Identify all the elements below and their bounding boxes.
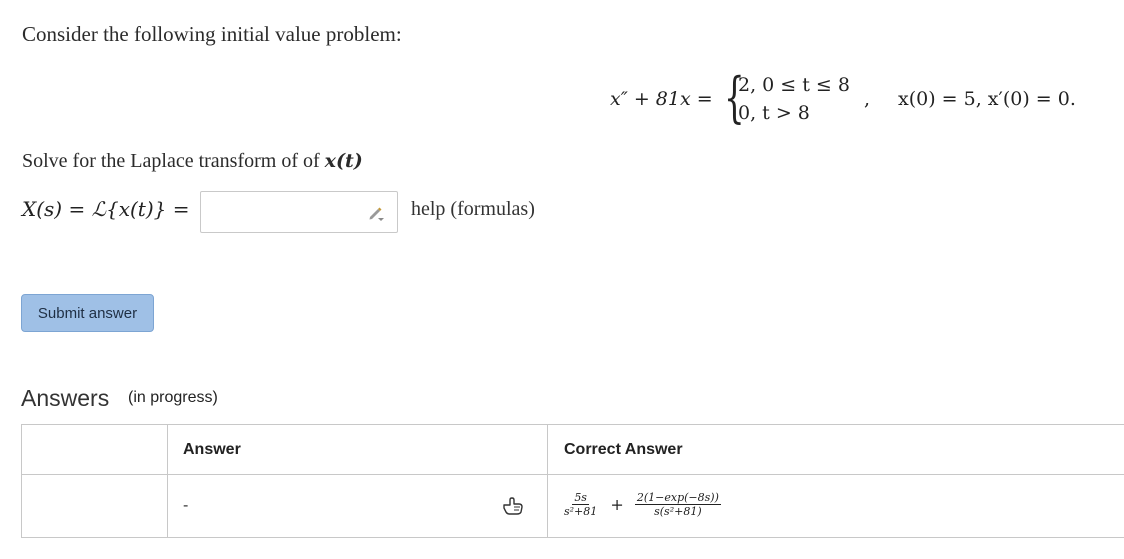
- laplace-answer-input[interactable]: [200, 191, 398, 233]
- piecewise-case-1: 2, 0 ≤ t ≤ 8: [738, 74, 850, 96]
- equation-comma: ,: [864, 88, 871, 110]
- equation-lhs: x″ + 81x =: [610, 88, 713, 110]
- submitted-answer: -: [183, 497, 189, 514]
- correct-term-2: 2(1−exp(−8s)) s(s²+81): [634, 491, 721, 518]
- correct-term-1-denominator: s²+81: [564, 505, 598, 518]
- initial-conditions: x(0) = 5, x′(0) = 0.: [898, 88, 1076, 110]
- submit-answer-button[interactable]: Submit answer: [21, 294, 154, 332]
- pointing-hand-icon[interactable]: [502, 496, 524, 516]
- column-divider: [547, 425, 548, 537]
- correct-plus: +: [610, 495, 624, 514]
- laplace-label: X(s) = ℒ{x(t)} =: [22, 197, 190, 221]
- answers-title: Answers: [21, 385, 110, 411]
- solve-instruction: Solve for the Laplace transform of of x(…: [22, 150, 363, 173]
- correct-term-2-denominator: s(s²+81): [654, 505, 702, 518]
- pencil-edit-icon[interactable]: [367, 204, 385, 222]
- solve-variable: x(t): [324, 150, 363, 172]
- problem-prompt: Consider the following initial value pro…: [22, 22, 402, 46]
- help-formulas-link[interactable]: help (formulas): [411, 198, 535, 221]
- answers-status: (in progress): [128, 389, 218, 406]
- header-answer: Answer: [183, 441, 241, 458]
- correct-term-1: 5s s²+81: [562, 491, 599, 518]
- solve-text: Solve for the Laplace transform of of: [22, 150, 325, 172]
- correct-answer: 5s s²+81 + 2(1−exp(−8s)) s(s²+81): [562, 491, 721, 518]
- correct-term-1-numerator: 5s: [572, 491, 589, 505]
- column-divider: [167, 425, 168, 537]
- answers-table: Answer Correct Answer - 5s s²+81 + 2(1−e…: [21, 424, 1124, 538]
- correct-term-2-numerator: 2(1−exp(−8s)): [634, 491, 721, 505]
- header-correct-answer: Correct Answer: [564, 441, 683, 458]
- piecewise-case-2: 0, t > 8: [738, 102, 810, 124]
